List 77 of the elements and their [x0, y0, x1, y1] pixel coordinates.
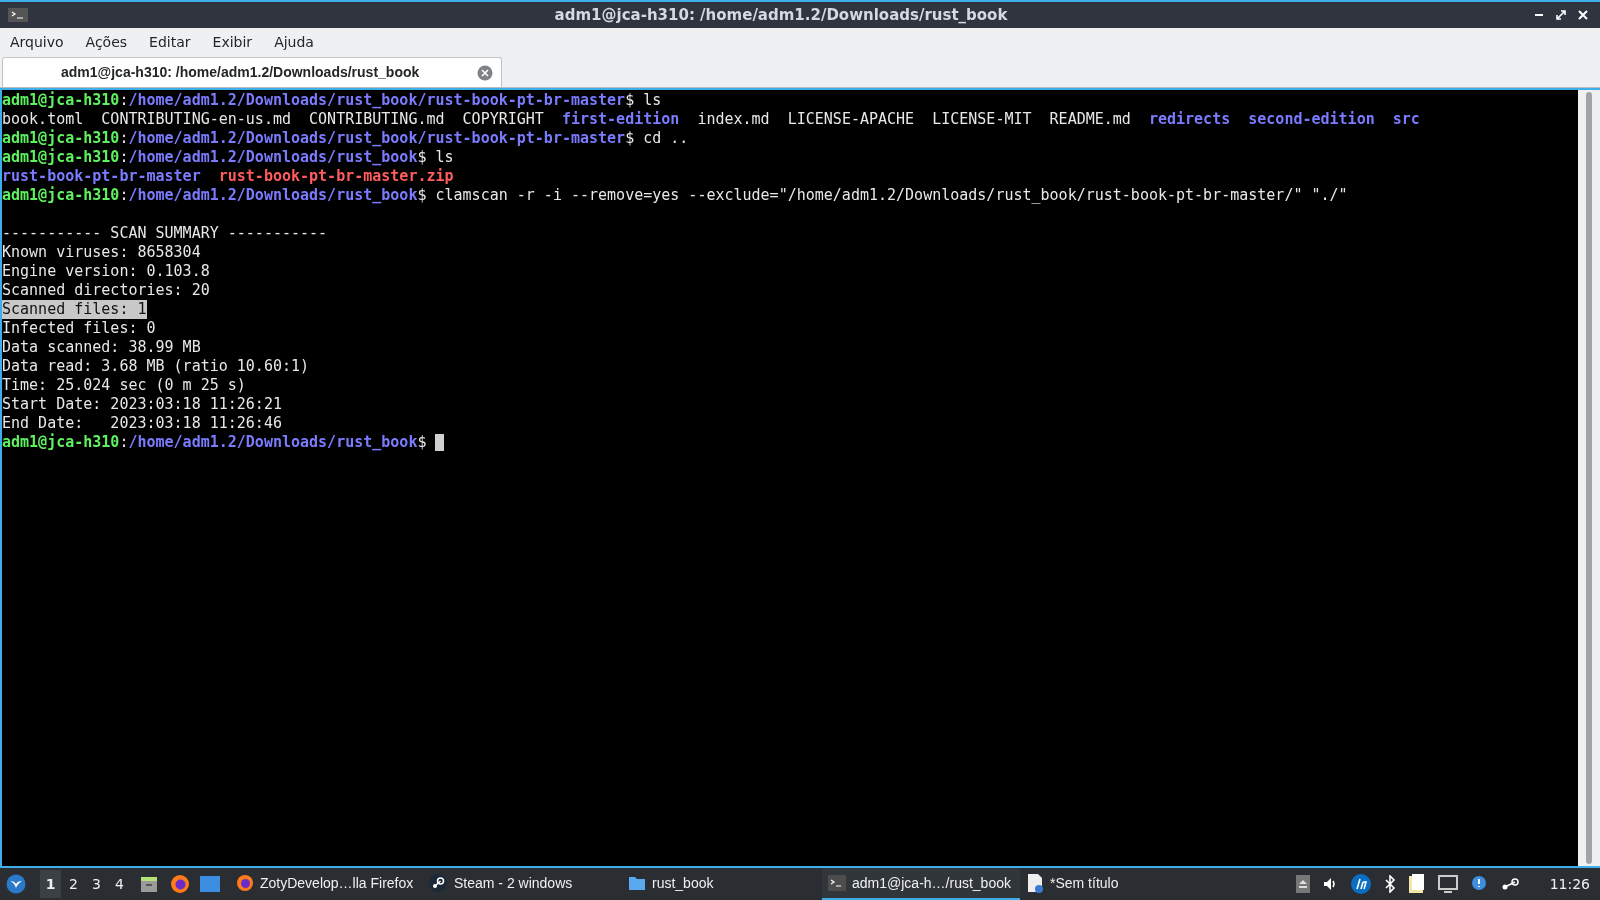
prompt-user: adm1@jca-h310 — [2, 433, 120, 452]
prompt-user: adm1@jca-h310 — [2, 186, 120, 205]
prompt-user: adm1@jca-h310 — [2, 129, 120, 148]
taskbar-task[interactable]: adm1@jca-h…/rust_book — [822, 868, 1020, 900]
terminal-text: Scanned directories: 20 — [2, 281, 210, 300]
notification-icon[interactable] — [1469, 875, 1488, 893]
workspace-button[interactable]: 3 — [86, 870, 107, 898]
menu-item[interactable]: Ajuda — [268, 31, 320, 53]
directory-name: rust-book-pt-br-master — [2, 167, 202, 186]
browser-icon[interactable] — [170, 874, 190, 894]
terminal-text: book.toml CONTRIBUTING-en-us.md CONTRIBUTING.md COPYRIGHT — [2, 110, 545, 129]
terminal-text: ----------- SCAN SUMMARY ----------- — [2, 224, 328, 243]
menu-item[interactable]: Exibir — [206, 31, 259, 53]
monitor-icon[interactable] — [1437, 875, 1458, 893]
steam-icon — [428, 873, 448, 893]
terminal-text: : — [119, 129, 129, 148]
terminal-icon — [8, 8, 28, 22]
workspace-button[interactable]: 1 — [40, 870, 61, 898]
taskbar-task[interactable]: *Sem título — [1020, 868, 1150, 900]
directory-name: first-edition — [561, 110, 680, 129]
prompt-user: adm1@jca-h310 — [2, 91, 120, 110]
terminal-text: $ — [417, 433, 428, 452]
speaker-icon[interactable] — [1321, 876, 1338, 892]
directory-name: second-edition — [1248, 110, 1376, 129]
bluetooth-icon[interactable] — [1383, 875, 1396, 893]
terminal-icon — [828, 875, 846, 891]
terminal-text: $ ls — [417, 148, 454, 167]
menu-item[interactable]: Ações — [79, 31, 134, 53]
workspace-button[interactable]: 2 — [63, 870, 84, 898]
browser-icon — [236, 874, 254, 892]
terminal-text: End Date: 2023:03:18 11:26:46 — [2, 414, 282, 433]
workspace-button[interactable]: 4 — [109, 870, 130, 898]
terminal-text: $ ls — [625, 91, 662, 110]
terminal-text: Infected files: 0 — [2, 319, 156, 338]
terminal-text: Data read: 3.68 MB (ratio 10.60:1) — [2, 357, 310, 376]
scrollbar-thumb[interactable] — [1586, 92, 1592, 864]
terminal-text: $ cd .. — [625, 129, 689, 148]
directory-name: redirects — [1148, 110, 1232, 129]
terminal-text: Known viruses: 8658304 — [2, 243, 201, 262]
taskbar-task[interactable]: rust_book — [622, 868, 822, 900]
taskbar-task[interactable]: Steam - 2 windows — [422, 868, 622, 900]
clipboard-icon[interactable] — [1407, 874, 1426, 894]
terminal-text: Start Date: 2023:03:18 11:26:21 — [2, 395, 282, 414]
terminal-text: index.md LICENSE-APACHE LICENSE-MIT README.md — [696, 110, 1132, 129]
prompt-path: /home/adm1.2/Downloads/rust_book/rust-book-pt-br-master — [128, 129, 626, 148]
prompt-path: /home/adm1.2/Downloads/rust_book/rust-book-pt-br-master — [128, 91, 626, 110]
terminal-text: : — [119, 91, 129, 110]
terminal-text: : — [119, 186, 129, 205]
prompt-path: /home/adm1.2/Downloads/rust_book — [128, 186, 418, 205]
window-title: adm1@jca-h310: /home/adm1.2/Downloads/rust_book — [554, 4, 1008, 26]
terminal-text: : — [119, 148, 129, 167]
prompt-user: adm1@jca-h310 — [2, 148, 120, 167]
close-icon[interactable] — [1578, 10, 1588, 20]
folder-icon — [628, 875, 646, 891]
menu-item[interactable]: Arquivo — [4, 31, 70, 53]
printer-brand-icon[interactable] — [1349, 873, 1372, 895]
bird-icon[interactable] — [6, 874, 26, 894]
directory-name: src — [1392, 110, 1420, 129]
archive-name: rust-book-pt-br-master.zip — [218, 167, 454, 186]
tab[interactable]: adm1@jca-h310: /home/adm1.2/Downloads/rust_book — [2, 57, 502, 87]
clock[interactable]: 11:26 — [1549, 873, 1590, 895]
selected-text: Scanned files: 1 — [2, 300, 147, 319]
taskbar-task[interactable]: ZotyDevelop…lla Firefox — [230, 868, 422, 900]
terminal-text: Time: 25.024 sec (0 m 25 s) — [2, 376, 246, 395]
terminal-text: : — [119, 433, 129, 452]
terminal-text: $ clamscan -r -i --remove=yes --exclude="/home/adm1.2/Downloads/rust_book/rust-book-pt-br-master/" "./" — [417, 186, 1348, 205]
file-cabinet-icon[interactable] — [140, 875, 158, 893]
prompt-path: /home/adm1.2/Downloads/rust_book — [128, 433, 418, 452]
document-icon — [1026, 873, 1044, 893]
terminal-text: Engine version: 0.103.8 — [2, 262, 210, 281]
eject-icon[interactable] — [1295, 875, 1310, 893]
desktop-icon[interactable] — [200, 875, 220, 893]
menu-item[interactable]: Editar — [143, 31, 197, 53]
scrollbar[interactable] — [1578, 90, 1600, 866]
terminal-text: Data scanned: 38.99 MB — [2, 338, 201, 357]
maximize-icon[interactable] — [1556, 10, 1566, 20]
prompt-path: /home/adm1.2/Downloads/rust_book — [128, 148, 418, 167]
